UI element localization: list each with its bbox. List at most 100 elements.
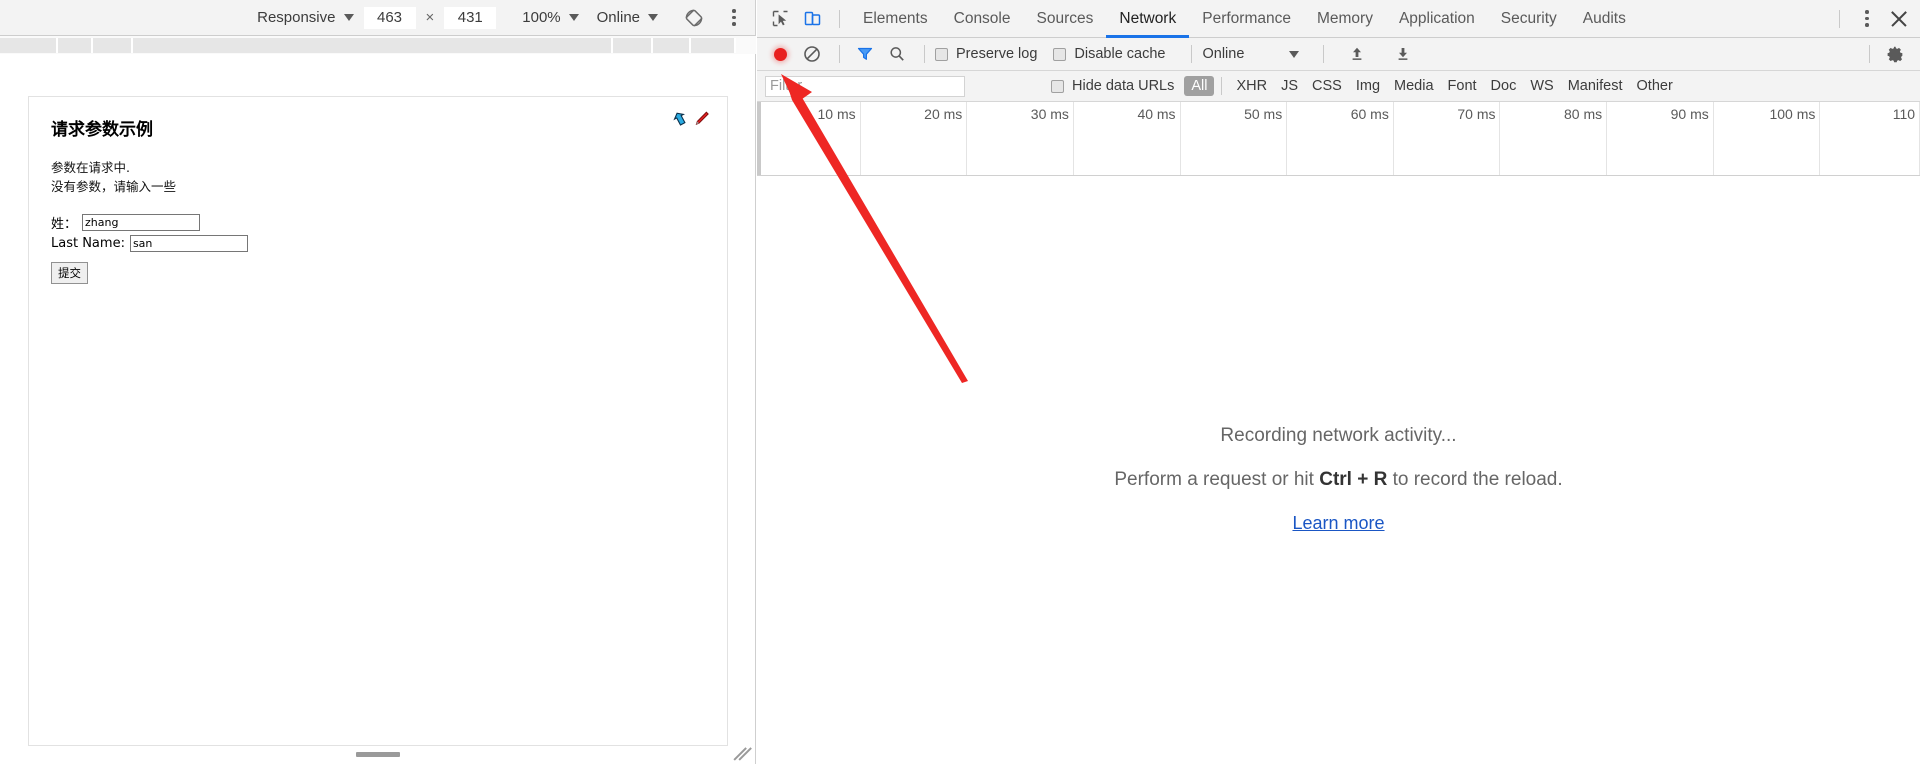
- zoom-selector[interactable]: 100%: [513, 6, 587, 30]
- device-selector[interactable]: Responsive: [248, 6, 362, 30]
- device-selector-label: Responsive: [257, 9, 336, 26]
- viewport-corner-resize-handle[interactable]: [733, 744, 752, 761]
- ruler-segment: [0, 38, 58, 53]
- filter-type-img[interactable]: Img: [1349, 76, 1387, 96]
- toolbar-divider: [924, 45, 925, 63]
- hide-data-urls-label: Hide data URLs: [1072, 78, 1175, 94]
- filter-type-other[interactable]: Other: [1630, 76, 1680, 96]
- import-har-icon[interactable]: [1342, 39, 1372, 69]
- clear-requests-icon[interactable]: [797, 39, 827, 69]
- close-devtools-icon[interactable]: [1886, 6, 1912, 32]
- emulated-viewport: 请求参数示例 参数在请求中. 没有参数，请输入一些 姓： Last Name: …: [28, 96, 777, 746]
- viewport-height-input[interactable]: 431: [443, 5, 498, 30]
- zoom-level-value: 100%: [522, 9, 561, 26]
- gear-icon[interactable]: [1880, 39, 1910, 69]
- filter-toggle-icon[interactable]: [850, 39, 880, 69]
- last-name-input[interactable]: [129, 234, 248, 252]
- record-button-icon[interactable]: [765, 39, 795, 69]
- inspect-element-icon[interactable]: [765, 4, 795, 34]
- dot: [732, 9, 736, 13]
- dot: [1865, 10, 1869, 14]
- network-throttle-selector[interactable]: Online: [588, 6, 667, 30]
- timeline-tick-label: 70 ms: [1457, 106, 1496, 122]
- tab-bar-actions: [1829, 6, 1920, 32]
- filter-type-xhr[interactable]: XHR: [1229, 76, 1274, 96]
- learn-more-link[interactable]: Learn more: [1292, 513, 1384, 534]
- export-har-icon[interactable]: [1388, 39, 1418, 69]
- search-icon[interactable]: [882, 39, 912, 69]
- page-frame: 请求参数示例 参数在请求中. 没有参数，请输入一些 姓： Last Name: …: [28, 96, 728, 746]
- tab-network[interactable]: Network: [1106, 0, 1189, 38]
- timeline-tick-label: 80 ms: [1564, 106, 1603, 122]
- network-filter-bar: Hide data URLs All XHR JS CSS Img Media …: [757, 71, 1920, 102]
- tab-elements[interactable]: Elements: [850, 0, 941, 38]
- device-toolbar-more-icon[interactable]: [723, 6, 745, 30]
- network-throttle-value: Online: [596, 9, 640, 26]
- viewport-width-input[interactable]: 463: [362, 5, 417, 30]
- toolbar-divider: [1869, 45, 1870, 63]
- toolbar-divider: [1221, 77, 1223, 95]
- timeline-tick-label: 50 ms: [1244, 106, 1283, 122]
- form-row-first-name: 姓：: [51, 213, 705, 232]
- tab-audits[interactable]: Audits: [1570, 0, 1639, 38]
- hint-suffix: to record the reload.: [1387, 469, 1563, 490]
- network-toolbar: Preserve log Disable cache Online: [757, 38, 1920, 71]
- preserve-log-checkbox[interactable]: Preserve log: [935, 46, 1037, 62]
- toolbar-divider: [839, 45, 840, 63]
- tab-memory[interactable]: Memory: [1304, 0, 1386, 38]
- page-title: 请求参数示例: [51, 120, 153, 140]
- form-row-last-name: Last Name:: [51, 234, 705, 252]
- horizontal-ruler[interactable]: [0, 38, 740, 53]
- toolbar-divider: [839, 9, 840, 28]
- dot: [1865, 23, 1869, 27]
- device-emulation-pane: Responsive 463 × 431 100% Online 请求参数示例 …: [0, 0, 777, 764]
- network-throttle-value: Online: [1202, 46, 1245, 62]
- timeline-tick-label: 110: [1892, 106, 1916, 122]
- device-ruler-strip: [0, 36, 756, 54]
- filter-type-css[interactable]: CSS: [1305, 76, 1349, 96]
- ruler-segment: [58, 38, 93, 53]
- filter-type-all[interactable]: All: [1184, 76, 1215, 96]
- devtools-more-tools-icon[interactable]: [1856, 7, 1878, 31]
- timeline-tick-label: 20 ms: [924, 106, 963, 122]
- ruler-segment: [691, 38, 736, 53]
- toolbar-divider: [1839, 9, 1840, 28]
- viewport-height-resize-handle[interactable]: [356, 752, 400, 757]
- network-empty-state: Recording network activity... Perform a …: [757, 195, 1920, 764]
- chevron-down-icon: [648, 14, 658, 21]
- filter-type-manifest[interactable]: Manifest: [1561, 76, 1630, 96]
- tab-console[interactable]: Console: [941, 0, 1024, 38]
- first-name-input[interactable]: [82, 213, 201, 231]
- filter-type-font[interactable]: Font: [1441, 76, 1484, 96]
- dot: [732, 15, 736, 20]
- page-paragraph-line1: 参数在请求中.: [51, 160, 130, 175]
- hide-data-urls-checkbox[interactable]: Hide data URLs: [1051, 78, 1174, 94]
- network-timeline-ruler[interactable]: 10 ms 20 ms 30 ms 40 ms 50 ms 60 ms 70 m…: [757, 102, 1920, 176]
- timeline-tick-label: 100 ms: [1769, 106, 1816, 122]
- toolbar-divider: [1323, 45, 1325, 63]
- toolbar-divider: [1191, 45, 1193, 63]
- filter-type-doc[interactable]: Doc: [1484, 76, 1524, 96]
- hint-shortcut: Ctrl + R: [1319, 469, 1388, 490]
- devtools-tab-bar: Elements Console Sources Network Perform…: [757, 0, 1920, 38]
- page-content: 请求参数示例 参数在请求中. 没有参数，请输入一些 姓： Last Name: …: [29, 97, 727, 302]
- filter-type-media[interactable]: Media: [1387, 76, 1441, 96]
- filter-input[interactable]: [765, 75, 965, 97]
- undo-arrow-icon[interactable]: [669, 109, 689, 134]
- disable-cache-label: Disable cache: [1074, 46, 1166, 62]
- tab-security[interactable]: Security: [1488, 0, 1570, 38]
- toggle-device-toolbar-icon[interactable]: [797, 4, 827, 34]
- tab-sources[interactable]: Sources: [1024, 0, 1107, 38]
- red-pen-icon[interactable]: [691, 109, 711, 134]
- timeline-tick-label: 60 ms: [1350, 106, 1389, 122]
- filter-type-ws[interactable]: WS: [1523, 76, 1560, 96]
- checkbox-box: [1051, 79, 1064, 93]
- network-throttle-dropdown[interactable]: Online: [1202, 46, 1300, 62]
- filter-type-js[interactable]: JS: [1274, 76, 1305, 96]
- tab-performance[interactable]: Performance: [1189, 0, 1304, 38]
- submit-button[interactable]: 提交: [51, 261, 88, 284]
- disable-cache-checkbox[interactable]: Disable cache: [1053, 46, 1165, 62]
- rotate-device-icon[interactable]: [683, 7, 705, 29]
- tab-application[interactable]: Application: [1386, 0, 1488, 38]
- ruler-segment: [133, 38, 613, 53]
